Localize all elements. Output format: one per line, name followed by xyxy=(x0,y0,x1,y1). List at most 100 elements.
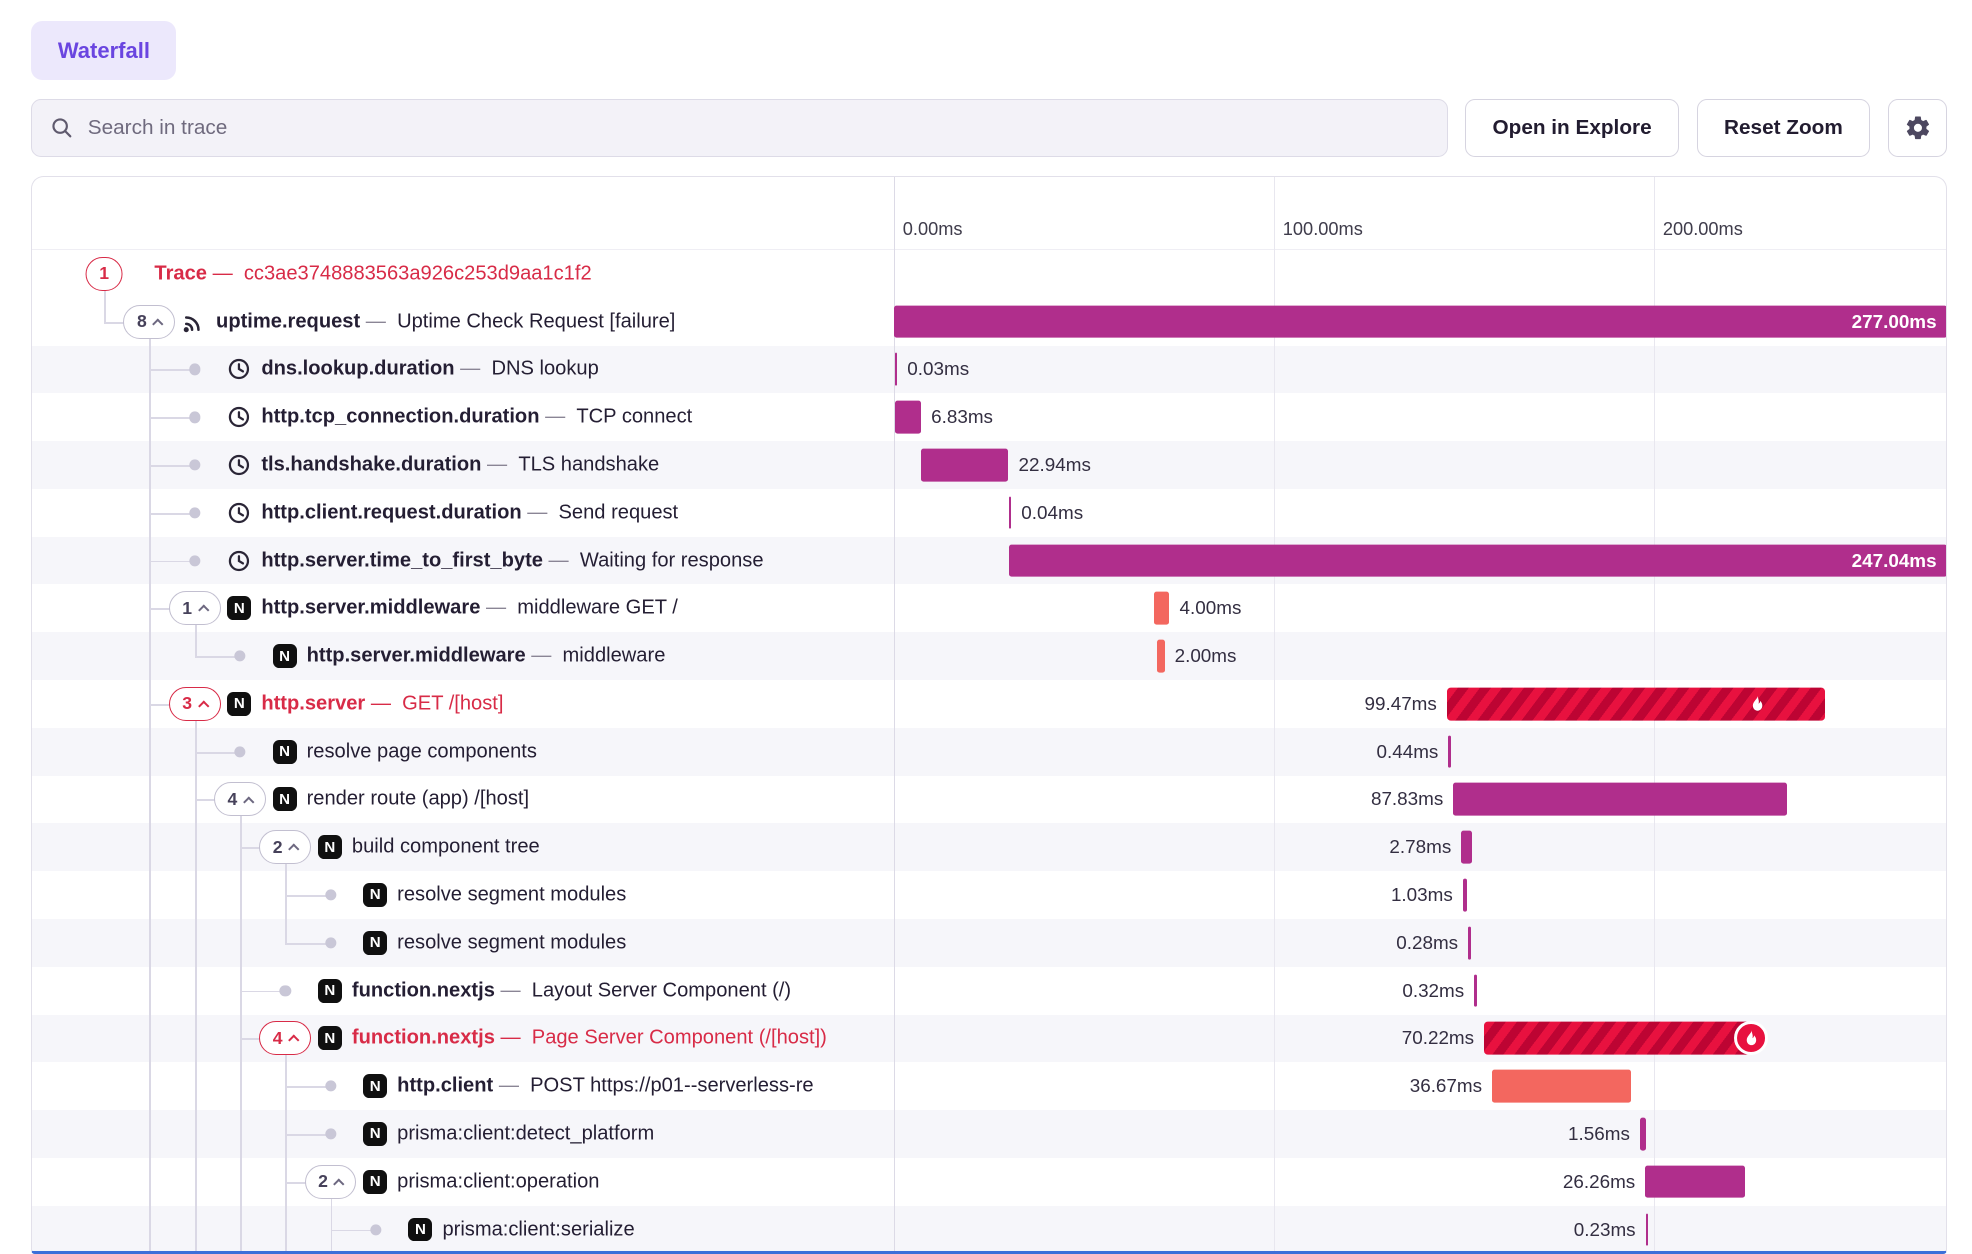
trace-row[interactable]: 4Nrender route (app) /[host]87.83ms xyxy=(32,776,1945,824)
trace-row[interactable]: dns.lookup.duration — DNS lookup0.03ms xyxy=(32,346,1945,394)
span-toggle-badge[interactable]: 3 xyxy=(169,687,221,721)
nextjs-icon: N xyxy=(227,692,251,716)
span-label: prisma:client:operation xyxy=(397,1170,599,1193)
child-count: 2 xyxy=(273,837,283,858)
nextjs-icon: N xyxy=(318,835,342,859)
child-count: 3 xyxy=(182,693,192,714)
search-input[interactable] xyxy=(88,116,1429,140)
nextjs-icon: N xyxy=(408,1218,432,1242)
span-bar[interactable] xyxy=(1009,544,1947,577)
span-bar[interactable] xyxy=(1484,1022,1751,1055)
span-tree-cell: dns.lookup.duration — DNS lookup xyxy=(32,346,894,394)
child-count: 2 xyxy=(318,1171,328,1192)
nextjs-icon: N xyxy=(273,740,297,764)
trace-row[interactable]: http.tcp_connection.duration — TCP conne… xyxy=(32,393,1945,441)
trace-row[interactable]: 4Nfunction.nextjs — Page Server Componen… xyxy=(32,1015,1945,1063)
clock-icon xyxy=(227,405,251,429)
span-duration-label: 36.67ms xyxy=(1410,1075,1482,1097)
waterfall-cell: 6.83ms xyxy=(894,393,1946,441)
nextjs-icon: N xyxy=(318,1026,342,1050)
clock-icon xyxy=(227,501,251,525)
trace-row[interactable]: Nprisma:client:detect_platform1.56ms xyxy=(32,1110,1945,1158)
span-toggle-badge[interactable]: 1 xyxy=(169,591,221,625)
span-bar[interactable] xyxy=(1009,496,1012,529)
settings-button[interactable] xyxy=(1888,99,1947,157)
span-duration-label: 0.23ms xyxy=(1574,1219,1636,1241)
trace-row[interactable]: http.server.time_to_first_byte — Waiting… xyxy=(32,537,1945,585)
chevron-up-icon xyxy=(289,844,300,855)
span-label: uptime.request — Uptime Check Request [f… xyxy=(216,310,675,333)
trace-row[interactable]: 8 uptime.request — Uptime Check Request [… xyxy=(32,298,1945,346)
span-bar[interactable] xyxy=(1463,879,1467,912)
child-count: 1 xyxy=(182,598,192,619)
trace-row[interactable]: Nhttp.client — POST https://p01--serverl… xyxy=(32,1062,1945,1110)
trace-row[interactable]: 2Nbuild component tree2.78ms xyxy=(32,823,1945,871)
chevron-up-icon xyxy=(198,605,209,616)
chevron-up-icon xyxy=(243,796,254,807)
span-toggle-badge[interactable]: 2 xyxy=(259,830,311,864)
span-bar[interactable] xyxy=(1468,926,1471,959)
span-tree-cell: 4Nrender route (app) /[host] xyxy=(32,776,894,824)
trace-row[interactable]: Nhttp.server.middleware — middleware2.00… xyxy=(32,632,1945,680)
waterfall-cell: 4.00ms xyxy=(894,584,1946,632)
waterfall-cell: 0.03ms xyxy=(894,346,1946,394)
span-bar[interactable] xyxy=(895,353,898,386)
span-label: render route (app) /[host] xyxy=(307,788,529,811)
span-bar[interactable] xyxy=(1453,783,1787,816)
trace-row[interactable]: Nprisma:client:serialize 0.23ms xyxy=(32,1206,1945,1254)
span-bar[interactable] xyxy=(1474,974,1477,1007)
reset-zoom-button[interactable]: Reset Zoom xyxy=(1697,99,1871,157)
trace-row[interactable]: http.client.request.duration — Send requ… xyxy=(32,489,1945,537)
span-label: Trace — cc3ae3748883563a926c253d9aa1c1f2 xyxy=(154,262,591,285)
chevron-up-icon xyxy=(153,318,164,329)
nextjs-icon: N xyxy=(363,931,387,955)
open-in-explore-button[interactable]: Open in Explore xyxy=(1465,99,1679,157)
pane-divider[interactable] xyxy=(894,177,895,1251)
span-bar[interactable] xyxy=(1157,640,1165,673)
waterfall-cell: 277.00ms xyxy=(894,298,1946,346)
span-bar[interactable] xyxy=(921,449,1008,482)
span-label: prisma:client:serialize xyxy=(442,1218,634,1241)
span-toggle-badge[interactable]: 8 xyxy=(123,305,175,339)
waterfall-cell: 247.04ms xyxy=(894,537,1946,585)
child-count: 8 xyxy=(137,311,147,332)
span-toggle-badge[interactable]: 2 xyxy=(305,1165,357,1199)
span-duration-label: 2.78ms xyxy=(1389,836,1451,858)
trace-row[interactable]: Nresolve segment modules0.28ms xyxy=(32,919,1945,967)
span-bar[interactable] xyxy=(894,305,1947,338)
span-tree-cell: 4Nfunction.nextjs — Page Server Componen… xyxy=(32,1015,894,1063)
span-toggle-badge[interactable]: 4 xyxy=(214,783,266,817)
span-bar[interactable] xyxy=(1492,1070,1631,1103)
waterfall-cell: 2.00ms xyxy=(894,632,1946,680)
span-bar[interactable] xyxy=(1448,735,1451,768)
chevron-up-icon xyxy=(289,1035,300,1046)
span-bar[interactable] xyxy=(895,401,921,434)
trace-row[interactable]: 1 Trace — cc3ae3748883563a926c253d9aa1c1f… xyxy=(32,250,1945,298)
span-bar[interactable] xyxy=(1154,592,1169,625)
span-tree-cell: Nresolve segment modules xyxy=(32,919,894,967)
span-duration-label: 277.00ms xyxy=(1852,311,1937,333)
tab-waterfall[interactable]: Waterfall xyxy=(31,21,176,80)
trace-row[interactable]: Nresolve segment modules1.03ms xyxy=(32,871,1945,919)
span-toggle-badge[interactable]: 1 xyxy=(86,257,123,291)
trace-row[interactable]: 2Nprisma:client:operation26.26ms xyxy=(32,1158,1945,1206)
span-bar[interactable] xyxy=(1645,1165,1745,1198)
span-label: function.nextjs — Page Server Component … xyxy=(352,1027,827,1050)
waterfall-cell: 70.22ms xyxy=(894,1015,1946,1063)
trace-row[interactable]: 3Nhttp.server — GET /[host]99.47ms xyxy=(32,680,1945,728)
nextjs-icon: N xyxy=(363,1122,387,1146)
span-bar[interactable] xyxy=(1461,831,1472,864)
span-bar[interactable] xyxy=(1640,1118,1646,1151)
span-bar[interactable] xyxy=(1447,688,1825,721)
waterfall-cell: 0.28ms xyxy=(894,919,1946,967)
waterfall-cell: 22.94ms xyxy=(894,441,1946,489)
span-toggle-badge[interactable]: 4 xyxy=(259,1021,311,1055)
trace-row[interactable]: 1Nhttp.server.middleware — middleware GE… xyxy=(32,584,1945,632)
trace-row[interactable]: Nfunction.nextjs — Layout Server Compone… xyxy=(32,967,1945,1015)
span-bar[interactable] xyxy=(1646,1213,1649,1246)
span-tree-cell: 1Nhttp.server.middleware — middleware GE… xyxy=(32,584,894,632)
trace-row[interactable]: tls.handshake.duration — TLS handshake22… xyxy=(32,441,1945,489)
trace-row[interactable]: Nresolve page components0.44ms xyxy=(32,728,1945,776)
search-bar[interactable] xyxy=(31,99,1447,157)
tree-dot xyxy=(189,412,200,423)
